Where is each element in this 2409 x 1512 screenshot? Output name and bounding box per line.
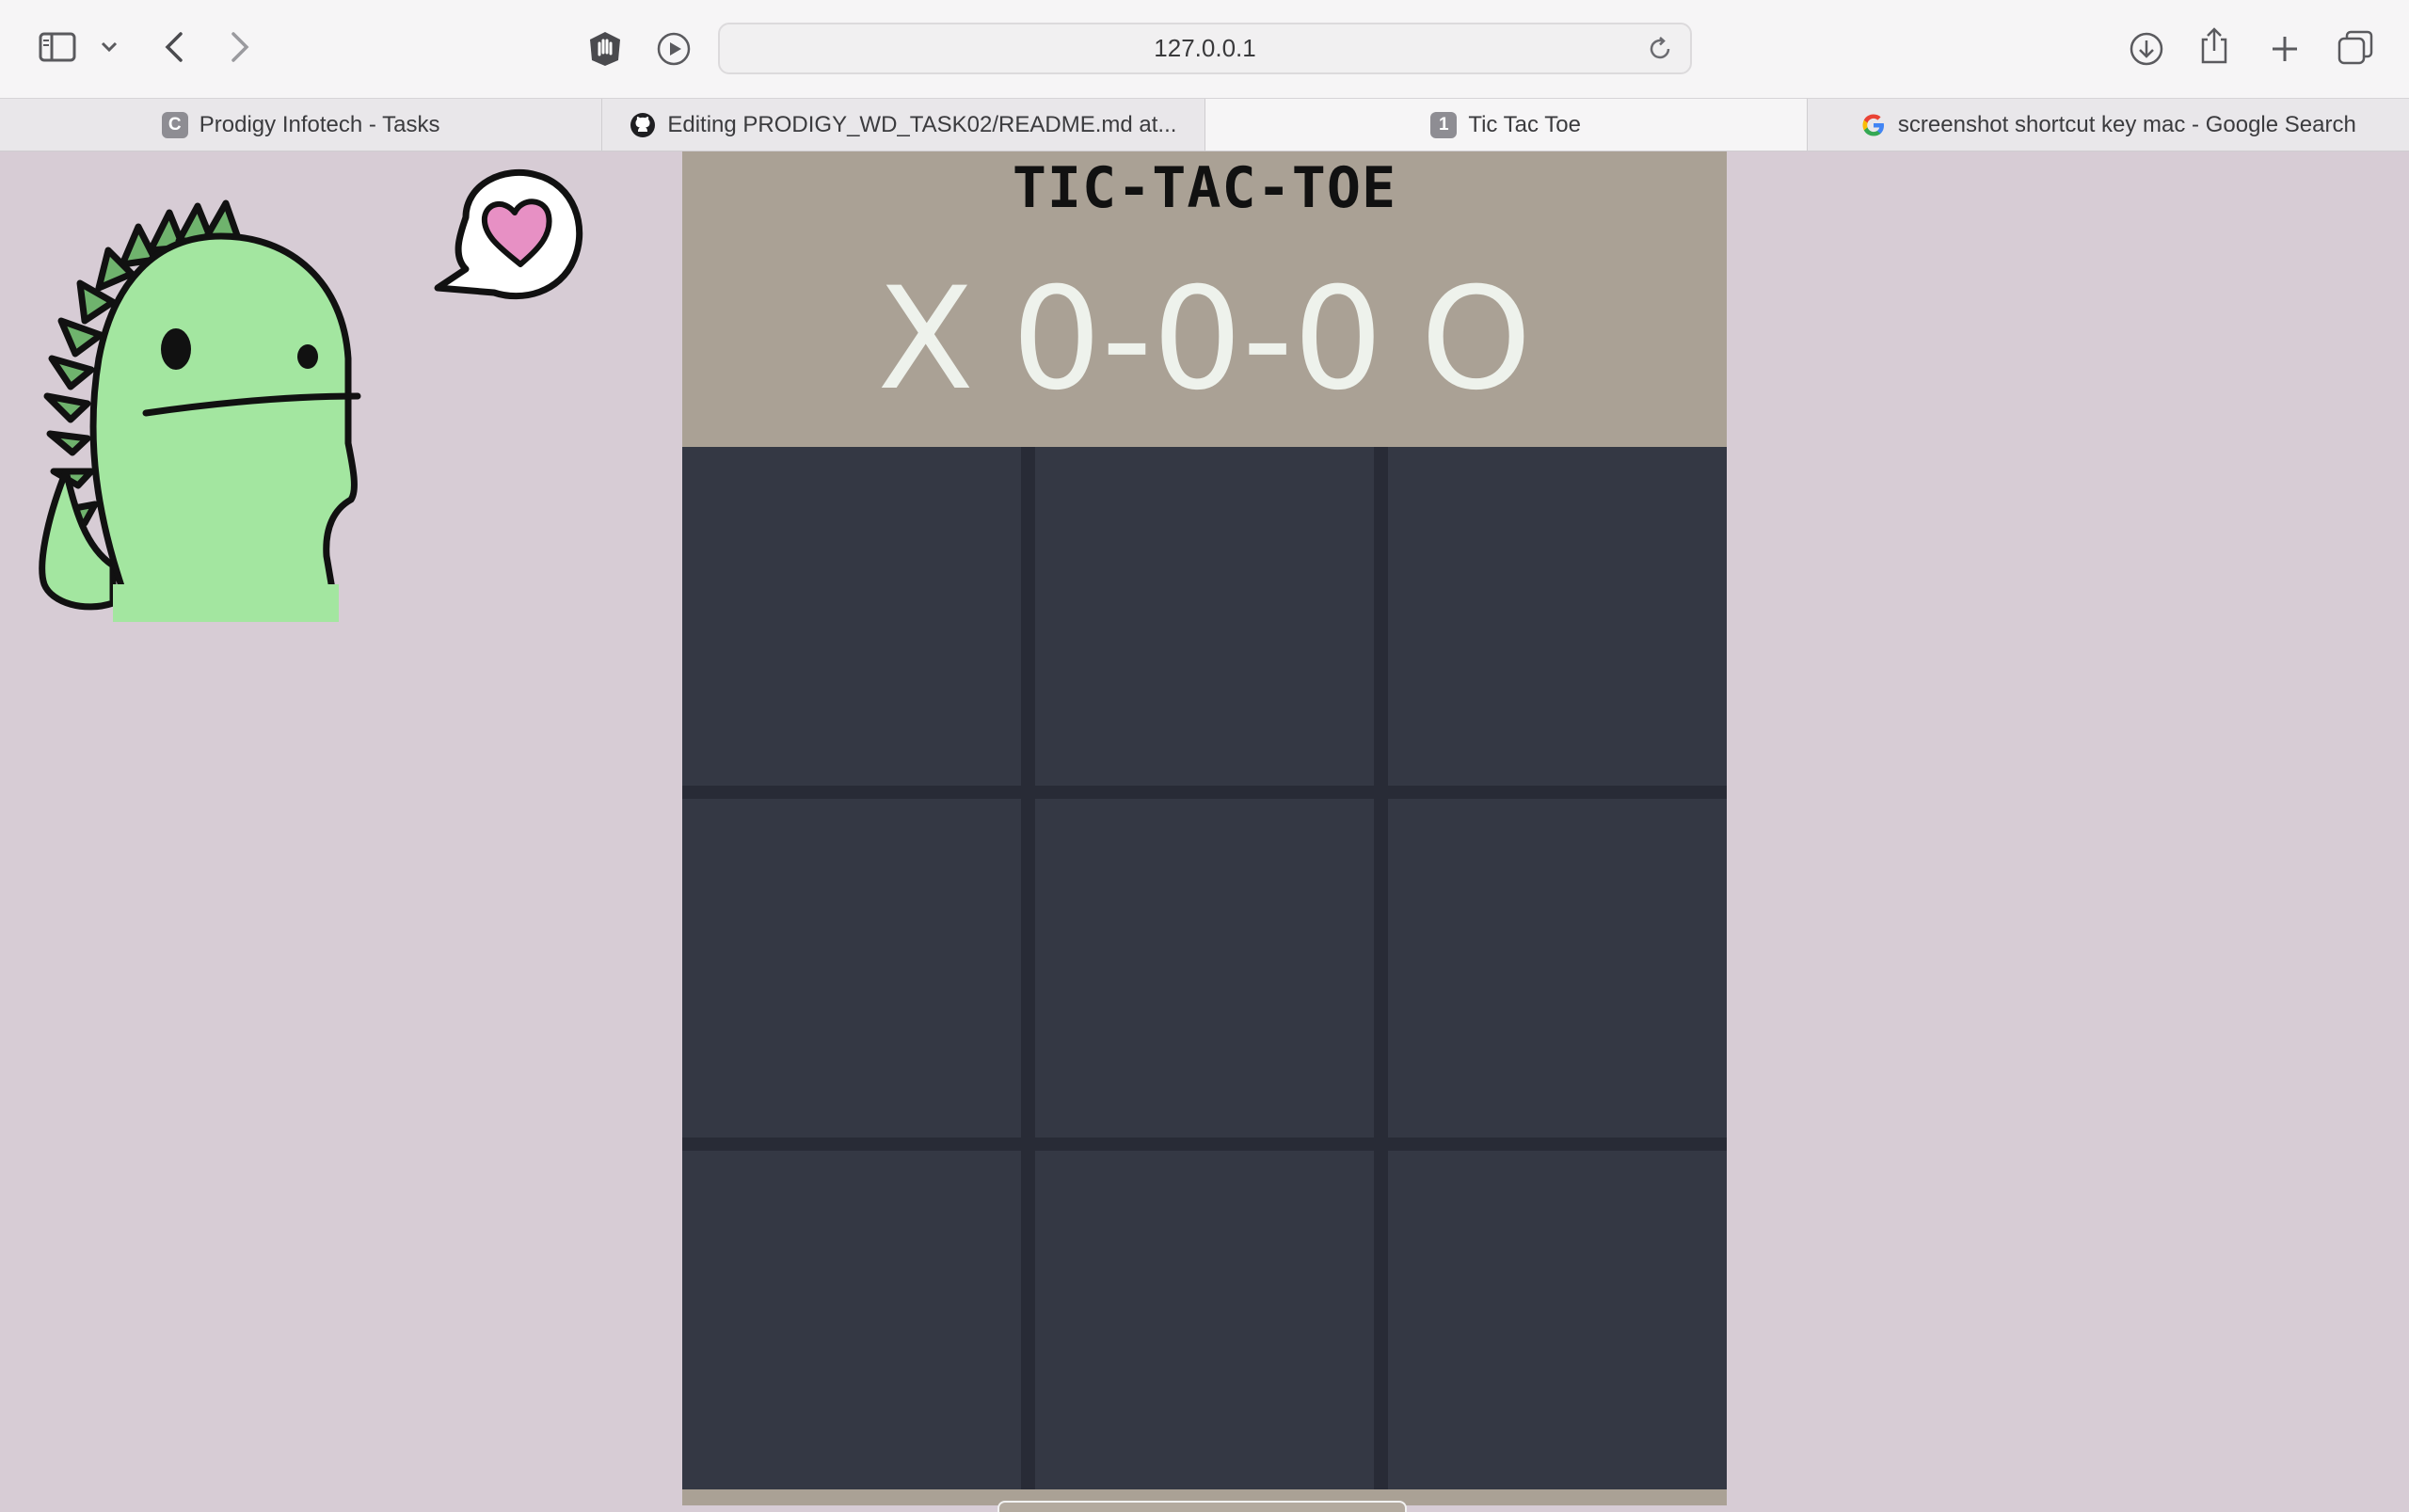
player-o-label: O	[1420, 258, 1532, 422]
tab-prodigy-tasks[interactable]: C Prodigy Infotech - Tasks	[0, 99, 603, 151]
sidebar-toggle-icon[interactable]	[36, 28, 79, 66]
forward-icon[interactable]	[224, 28, 256, 66]
board-cell-4[interactable]	[682, 799, 1021, 1138]
draws-count: 0	[1152, 258, 1243, 422]
tab-github-readme[interactable]: Editing PRODIGY_WD_TASK02/README.md at..…	[602, 99, 1205, 151]
game-title: TIC-TAC-TOE	[1012, 155, 1397, 221]
dinosaur-illustration	[39, 168, 583, 622]
tab-tic-tac-toe[interactable]: 1 Tic Tac Toe	[1204, 99, 1808, 151]
play-icon[interactable]	[655, 30, 693, 68]
address-bar[interactable]: 127.0.0.1	[718, 23, 1692, 74]
board-cell-8[interactable]	[1035, 1151, 1374, 1489]
tab-label: Prodigy Infotech - Tasks	[199, 111, 440, 137]
page-content: TIC-TAC-TOE X 0 - 0 - 0 O	[0, 151, 2409, 1512]
board-cell-5[interactable]	[1035, 799, 1374, 1138]
x-wins-count: 0	[1012, 258, 1102, 422]
tab-overview-icon[interactable]	[2334, 26, 2377, 70]
back-icon[interactable]	[158, 28, 190, 66]
prodigy-favicon-icon: C	[161, 111, 188, 138]
tab-google-search[interactable]: screenshot shortcut key mac - Google Sea…	[1808, 99, 2409, 151]
board-cell-1[interactable]	[682, 447, 1021, 786]
google-icon	[1860, 112, 1887, 138]
github-icon	[630, 112, 656, 138]
game-board	[682, 447, 1727, 1505]
downloads-icon[interactable]	[2126, 28, 2167, 70]
board-cell-3[interactable]	[1388, 447, 1727, 786]
browser-toolbar: 127.0.0.1	[0, 0, 2409, 98]
player-x-label: X	[877, 258, 975, 422]
game-panel: TIC-TAC-TOE X 0 - 0 - 0 O	[682, 151, 1727, 1512]
share-icon[interactable]	[2195, 24, 2233, 68]
board-cell-7[interactable]	[682, 1151, 1021, 1489]
reload-icon[interactable]	[1647, 36, 1673, 69]
tab-label: screenshot shortcut key mac - Google Sea…	[1897, 111, 2356, 137]
score-separator: -	[1242, 258, 1294, 422]
tab-label: Tic Tac Toe	[1468, 111, 1581, 137]
reset-button[interactable]	[997, 1501, 1407, 1512]
url-text: 127.0.0.1	[1154, 34, 1256, 62]
scoreboard: X 0 - 0 - 0 O	[682, 260, 1727, 420]
number-favicon-icon: 1	[1430, 111, 1458, 138]
board-cell-9[interactable]	[1388, 1151, 1727, 1489]
tab-label: Editing PRODIGY_WD_TASK02/README.md at..…	[667, 111, 1177, 137]
privacy-shield-icon[interactable]	[583, 28, 627, 70]
board-cell-6[interactable]	[1388, 799, 1727, 1138]
new-tab-icon[interactable]	[2264, 28, 2305, 70]
board-cell-2[interactable]	[1035, 447, 1374, 786]
tab-strip: C Prodigy Infotech - Tasks Editing PRODI…	[0, 98, 2409, 151]
chevron-down-icon[interactable]	[98, 36, 120, 58]
o-wins-count: 0	[1293, 258, 1383, 422]
score-separator: -	[1101, 258, 1153, 422]
